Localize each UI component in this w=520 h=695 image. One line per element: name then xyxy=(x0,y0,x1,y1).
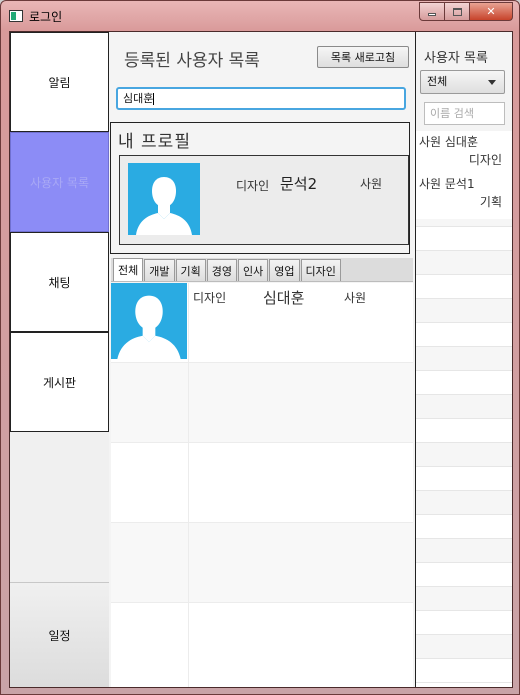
name-search-input[interactable]: 이름 검색 xyxy=(424,102,505,125)
list-row-bg xyxy=(416,323,512,347)
user-list-title: 사용자 목록 xyxy=(424,51,488,66)
minimize-icon xyxy=(428,13,436,16)
filter-select-value: 전체 xyxy=(427,75,448,88)
list-item-dept: 기획 xyxy=(479,195,502,209)
tab-planning[interactable]: 기획 xyxy=(175,259,206,281)
row-dept: 디자인 xyxy=(193,291,227,305)
profile-rank: 사원 xyxy=(360,177,383,191)
refresh-list-button[interactable]: 목록 새로고침 xyxy=(317,46,409,68)
table-row-empty xyxy=(111,603,413,687)
page-title: 등록된 사용자 목록 xyxy=(124,51,260,71)
list-item-title: 사원 심대훈 xyxy=(419,135,479,149)
avatar-cell xyxy=(111,363,189,443)
sidebar-item-label: 채팅 xyxy=(48,275,71,290)
close-icon: ✕ xyxy=(486,5,496,18)
tab-management[interactable]: 경영 xyxy=(206,259,237,281)
tab-design[interactable]: 디자인 xyxy=(300,259,341,281)
list-row-bg xyxy=(416,467,512,491)
sidebar-item-notifications[interactable]: 알림 xyxy=(10,32,109,132)
sidebar-item-label: 게시판 xyxy=(42,375,77,390)
list-row-bg xyxy=(416,299,512,323)
close-button[interactable]: ✕ xyxy=(470,2,513,21)
list-row-bg xyxy=(416,611,512,635)
list-row-bg xyxy=(416,539,512,563)
app-icon xyxy=(9,10,23,22)
list-row-bg xyxy=(416,347,512,371)
my-profile-panel: 내 프로필 디자인 문석2 사원 xyxy=(110,122,410,254)
table-row-empty xyxy=(111,523,413,603)
list-row-bg xyxy=(416,635,512,659)
schedule-button[interactable]: 일정 xyxy=(10,582,109,687)
list-row-bg xyxy=(416,419,512,443)
profile-card[interactable]: 디자인 문석2 사원 xyxy=(119,155,409,245)
chevron-down-icon xyxy=(488,80,496,85)
table-row-empty xyxy=(111,443,413,523)
list-row-bg xyxy=(416,443,512,467)
text-caret xyxy=(153,93,155,105)
list-row-bg xyxy=(416,395,512,419)
tab-sales[interactable]: 영업 xyxy=(269,259,300,281)
list-item[interactable]: 사원 문석1 기획 xyxy=(416,173,512,219)
title-bar[interactable]: 로그인 ✕ xyxy=(1,1,519,31)
user-silhouette-icon xyxy=(128,163,200,235)
maximize-button[interactable] xyxy=(445,2,470,21)
department-tabs: 전체 개발 기획 경영 인사 영업 디자인 xyxy=(111,258,413,282)
schedule-label: 일정 xyxy=(48,628,71,643)
profile-name: 문석2 xyxy=(280,175,318,193)
sidebar-item-label: 알림 xyxy=(48,75,71,90)
filter-select[interactable]: 전체 xyxy=(420,70,505,94)
main-panel: 등록된 사용자 목록 목록 새로고침 심대훈 내 프로필 디자인 문석2 사원 … xyxy=(109,32,414,687)
sidebar: 알림 사용자 목록 채팅 게시판 일정 xyxy=(10,32,109,687)
list-row-bg xyxy=(416,227,512,251)
list-item-title: 사원 문석1 xyxy=(419,177,475,191)
table-row[interactable]: 디자인 심대훈 사원 xyxy=(111,283,413,363)
list-row-bg xyxy=(416,491,512,515)
sidebar-item-chat[interactable]: 채팅 xyxy=(10,232,109,332)
sidebar-item-label: 사용자 목록 xyxy=(29,175,89,190)
tab-hr[interactable]: 인사 xyxy=(238,259,269,281)
sidebar-item-user-list[interactable]: 사용자 목록 xyxy=(10,132,109,232)
profile-dept: 디자인 xyxy=(236,179,270,193)
row-name: 심대훈 xyxy=(263,289,305,307)
list-row-bg xyxy=(416,587,512,611)
user-grid: 디자인 심대훈 사원 xyxy=(111,283,413,687)
list-row-bg xyxy=(416,659,512,683)
sidebar-item-board[interactable]: 게시판 xyxy=(10,332,109,432)
user-silhouette-icon xyxy=(111,283,187,359)
list-row-bg xyxy=(416,371,512,395)
avatar-cell xyxy=(111,283,189,363)
list-item[interactable]: 사원 심대훈 디자인 xyxy=(416,131,512,177)
window-title: 로그인 xyxy=(29,10,63,24)
minimize-button[interactable] xyxy=(419,2,445,21)
list-row-bg xyxy=(416,251,512,275)
search-input-value: 심대훈 xyxy=(123,92,154,105)
client-area: 알림 사용자 목록 채팅 게시판 일정 등록된 사용자 목록 목록 새로고침 심… xyxy=(9,31,513,688)
maximize-icon xyxy=(452,7,462,16)
list-row-bg xyxy=(416,515,512,539)
user-list-panel: 사용자 목록 전체 이름 검색 사원 심대훈 디자인 사원 문석1 기획 xyxy=(415,32,512,687)
avatar-cell xyxy=(111,603,189,687)
list-item-dept: 디자인 xyxy=(468,153,502,167)
app-window: 로그인 ✕ 알림 사용자 목록 채팅 게시판 일정 등록된 사용자 목록 목록 … xyxy=(0,0,520,695)
tab-all[interactable]: 전체 xyxy=(113,258,144,281)
avatar-cell xyxy=(111,443,189,523)
caption-buttons: ✕ xyxy=(419,2,513,21)
list-row-bg xyxy=(416,275,512,299)
avatar-cell xyxy=(111,523,189,603)
row-rank: 사원 xyxy=(344,291,367,305)
profile-title: 내 프로필 xyxy=(118,132,191,152)
table-row-empty xyxy=(111,363,413,443)
tab-development[interactable]: 개발 xyxy=(144,259,175,281)
user-search-input[interactable]: 심대훈 xyxy=(116,87,406,110)
list-row-bg xyxy=(416,563,512,587)
user-list: 사원 심대훈 디자인 사원 문석1 기획 xyxy=(416,131,512,687)
